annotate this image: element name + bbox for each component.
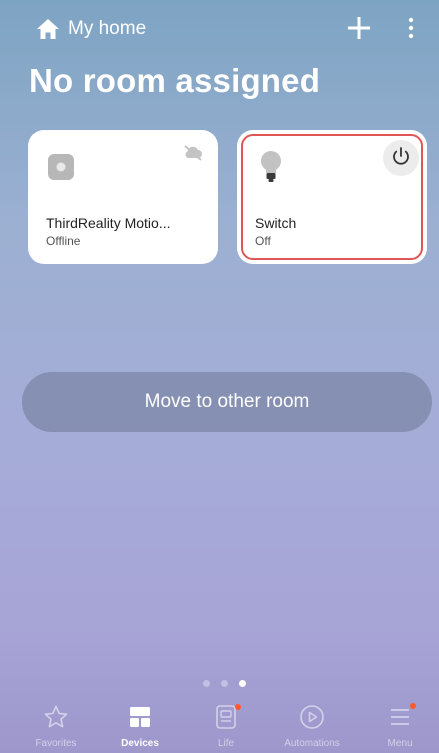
sensor-icon <box>46 152 76 187</box>
menu-icon <box>388 702 416 733</box>
device-name: Switch <box>255 215 297 231</box>
top-bar: My home <box>0 0 439 60</box>
life-icon <box>214 703 241 735</box>
page-title: No room assigned <box>29 62 321 99</box>
nav-menu[interactable]: Menu <box>360 700 439 753</box>
notification-badge <box>235 703 241 710</box>
device-card-motion-sensor[interactable]: ThirdReality Motio... Offline <box>28 130 218 264</box>
bottom-navigation: Favorites Devices Life Automations Menu <box>0 700 439 753</box>
nav-favorites[interactable]: Favorites <box>16 700 96 753</box>
offline-cloud-icon <box>182 144 204 167</box>
device-status: Off <box>255 234 271 248</box>
power-toggle-button[interactable] <box>383 140 419 176</box>
page-dot-active[interactable] <box>239 680 246 687</box>
move-to-other-room-button[interactable]: Move to other room <box>22 372 432 432</box>
bulb-icon <box>259 150 283 189</box>
add-icon[interactable] <box>345 14 373 42</box>
device-card-switch[interactable]: Switch Off <box>237 130 427 264</box>
notification-badge <box>410 702 416 709</box>
star-icon <box>43 704 69 735</box>
nav-automations[interactable]: Automations <box>272 700 352 753</box>
nav-label: Favorites <box>35 738 77 749</box>
nav-label: Menu <box>387 738 413 749</box>
nav-label: Devices <box>121 738 159 749</box>
devices-icon <box>128 705 152 734</box>
more-options-icon[interactable] <box>404 16 418 42</box>
page-dot[interactable] <box>221 680 228 687</box>
page-indicator <box>0 680 439 687</box>
device-name: ThirdReality Motio... <box>46 215 171 231</box>
automations-icon <box>299 704 325 735</box>
home-selector[interactable]: My home <box>36 18 146 40</box>
page-dot[interactable] <box>203 680 210 687</box>
power-icon <box>391 146 411 171</box>
nav-label: Automations <box>284 738 340 749</box>
home-name: My home <box>68 18 147 39</box>
device-status: Offline <box>46 234 81 248</box>
nav-life[interactable]: Life <box>186 700 266 753</box>
nav-devices[interactable]: Devices <box>100 700 180 753</box>
home-icon <box>36 18 60 40</box>
nav-label: Life <box>217 738 235 749</box>
